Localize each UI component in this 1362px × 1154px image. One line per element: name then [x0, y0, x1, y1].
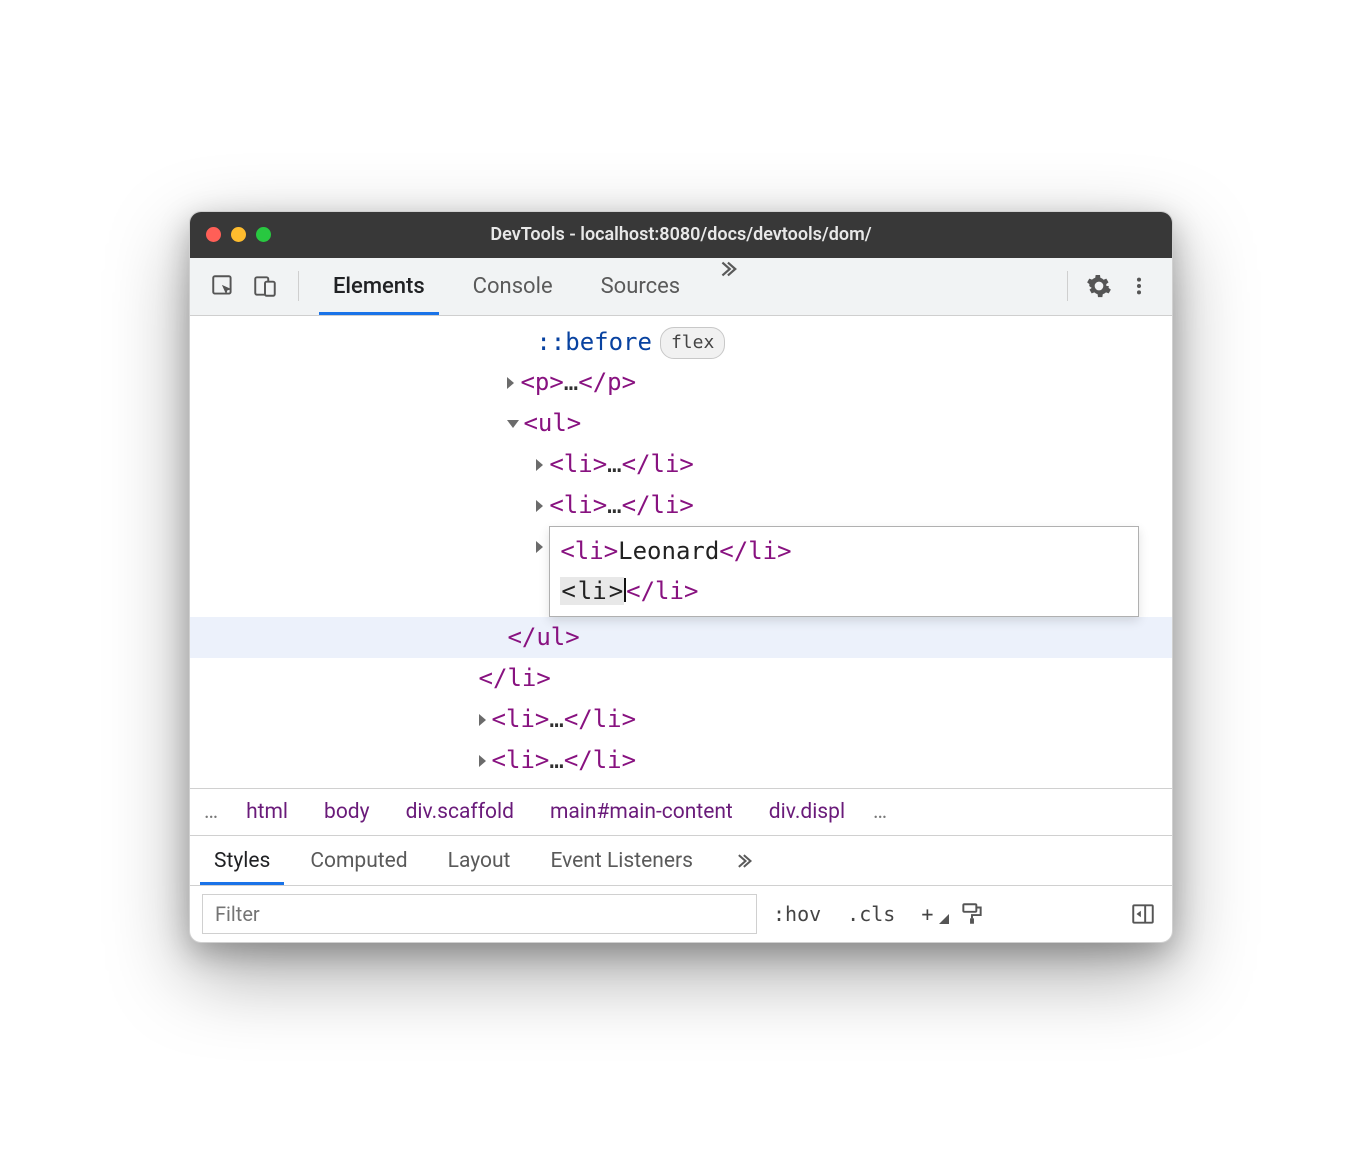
expand-arrow-icon[interactable] [536, 541, 543, 553]
toolbar-divider-right [1067, 271, 1068, 301]
minimize-window-button[interactable] [231, 227, 246, 242]
subtab-computed[interactable]: Computed [290, 836, 427, 885]
expand-arrow-icon[interactable] [479, 755, 486, 767]
hov-toggle-button[interactable]: :hov [763, 902, 831, 926]
inspect-element-icon[interactable] [204, 267, 242, 305]
toggle-computed-sidebar-icon[interactable] [1126, 897, 1160, 931]
new-style-rule-button[interactable]: + [911, 902, 949, 926]
dom-node-li-2[interactable]: <li>…</li> [190, 485, 1172, 526]
more-tabs-icon[interactable] [708, 258, 746, 315]
breadcrumb-overflow-left[interactable]: … [194, 800, 228, 824]
dom-node-ul-close[interactable]: </ul> [190, 617, 1172, 658]
dom-node-ul-open[interactable]: <ul> [190, 403, 1172, 444]
maximize-window-button[interactable] [256, 227, 271, 242]
kebab-menu-icon[interactable] [1120, 267, 1158, 305]
more-subtabs-icon[interactable] [713, 836, 773, 885]
close-window-button[interactable] [206, 227, 221, 242]
settings-gear-icon[interactable] [1080, 267, 1118, 305]
paint-tool-icon[interactable] [955, 897, 989, 931]
devtools-window: DevTools - localhost:8080/docs/devtools/… [189, 211, 1173, 944]
expand-arrow-icon[interactable] [479, 714, 486, 726]
crumb-body[interactable]: body [306, 800, 388, 824]
device-toolbar-icon[interactable] [246, 267, 284, 305]
titlebar: DevTools - localhost:8080/docs/devtools/… [190, 212, 1172, 258]
subtab-layout[interactable]: Layout [428, 836, 531, 885]
toolbar-divider [298, 271, 299, 301]
dom-node-li-3[interactable]: <li>…</li> [190, 699, 1172, 740]
elements-dom-tree[interactable]: ::beforeflex <p>…</p> <ul> <li>…</li> <l… [190, 316, 1172, 789]
dom-breadcrumb: … html body div.scaffold main#main-conte… [190, 788, 1172, 836]
subtab-styles[interactable]: Styles [194, 836, 290, 885]
dom-node-li-close-outer[interactable]: </li> [190, 658, 1172, 699]
styles-filter-input[interactable] [202, 894, 757, 934]
dom-node-li-4[interactable]: <li>…</li> [190, 740, 1172, 781]
panel-tabs: Elements Console Sources [313, 258, 746, 315]
breadcrumb-overflow-right[interactable]: … [863, 800, 897, 824]
crumb-main[interactable]: main#main-content [532, 800, 751, 824]
traffic-lights [206, 227, 271, 242]
cls-toggle-button[interactable]: .cls [837, 902, 905, 926]
dom-node-li-1[interactable]: <li>…</li> [190, 444, 1172, 485]
collapse-arrow-icon[interactable] [507, 420, 519, 428]
main-toolbar: Elements Console Sources [190, 258, 1172, 316]
styles-toolbar: :hov .cls + [190, 886, 1172, 942]
crumb-displ[interactable]: div.displ [751, 800, 863, 824]
crumb-scaffold[interactable]: div.scaffold [388, 800, 532, 824]
dom-node-p[interactable]: <p>…</p> [190, 362, 1172, 403]
dom-node-li-editing[interactable]: <li>Leonard</li> <li></li> [190, 526, 1172, 618]
window-title: DevTools - localhost:8080/docs/devtools/… [190, 224, 1172, 245]
tab-elements[interactable]: Elements [313, 258, 445, 315]
crumb-html[interactable]: html [228, 800, 306, 824]
subtab-event-listeners[interactable]: Event Listeners [530, 836, 712, 885]
expand-arrow-icon[interactable] [507, 377, 514, 389]
edit-as-html-box[interactable]: <li>Leonard</li> <li></li> [549, 526, 1139, 618]
expand-arrow-icon[interactable] [536, 500, 543, 512]
flex-badge[interactable]: flex [660, 327, 725, 360]
expand-arrow-icon[interactable] [536, 459, 543, 471]
tab-console[interactable]: Console [453, 258, 573, 315]
pseudo-before-line[interactable]: ::beforeflex [190, 322, 1172, 363]
tab-sources[interactable]: Sources [581, 258, 701, 315]
styles-subtabs: Styles Computed Layout Event Listeners [190, 836, 1172, 886]
